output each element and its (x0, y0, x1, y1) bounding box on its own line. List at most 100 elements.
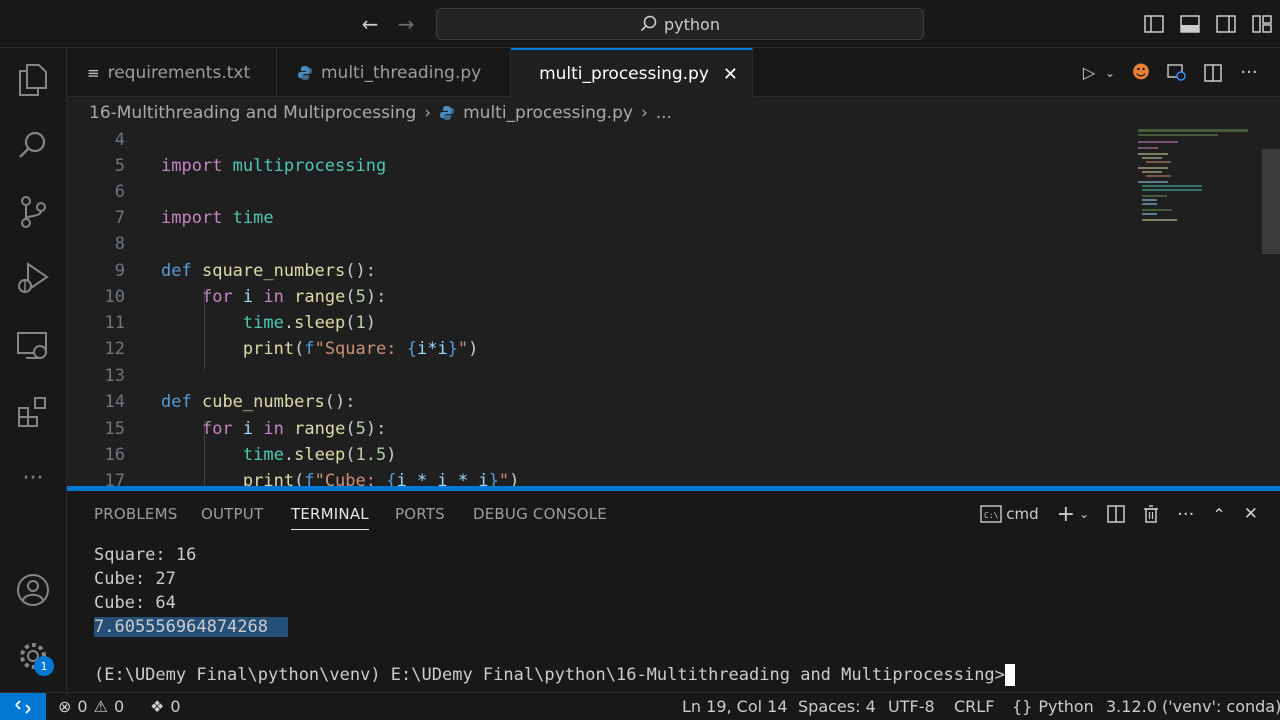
terminal-dropdown-chevron-icon[interactable]: ⌄ (1079, 507, 1089, 521)
problems-indicator[interactable]: ⊗ 0 ⚠ 0 (58, 693, 124, 720)
punctuation: (): (324, 392, 356, 412)
terminal-cmd-icon: C:\ (980, 505, 1002, 523)
terminal-shell-selector[interactable]: C:\ cmd (980, 505, 1039, 523)
terminal-prompt: (E:\UDemy Final\python\venv) E:\UDemy Fi… (94, 665, 1005, 685)
encoding[interactable]: UTF-8 (888, 693, 935, 720)
punctuation: ): (365, 287, 387, 307)
end-of-line[interactable]: CRLF (954, 693, 994, 720)
panel-more-actions-icon[interactable]: ··· (1177, 504, 1194, 525)
keyword: def (161, 392, 192, 412)
fstring-brace: { (406, 339, 417, 359)
text-file-icon: ≡ (87, 63, 100, 82)
breadcrumb-file[interactable]: multi_processing.py (463, 103, 633, 123)
tab-output[interactable]: OUTPUT (201, 505, 263, 523)
minimap[interactable] (1138, 129, 1258, 229)
run-debug-icon[interactable] (13, 258, 53, 298)
maximize-panel-chevron-up-icon[interactable]: ⌃ (1212, 505, 1225, 524)
python-icon (298, 65, 312, 80)
terminal-line: Cube: 64 (94, 593, 176, 613)
command-center-search[interactable]: python (436, 8, 924, 40)
toggle-panel-icon[interactable] (1178, 12, 1202, 36)
code-line: 10 for i in range(5): (67, 284, 1127, 310)
module-name: time (232, 208, 274, 228)
punctuation: ): (365, 419, 387, 439)
code-line: 7 import time (67, 205, 1127, 231)
code-line: 17 print(f"Cube: {i * i * i}") (67, 468, 1127, 486)
number-literal: 1.5 (355, 445, 387, 465)
python-interpreter[interactable]: 3.12.0 ('venv': conda) (1106, 693, 1280, 720)
toggle-primary-sidebar-icon[interactable] (1142, 12, 1166, 36)
number-literal: 5 (355, 419, 366, 439)
remote-indicator-button[interactable] (0, 693, 46, 720)
warning-icon: ⚠ (93, 697, 108, 716)
run-file-icon[interactable]: ▷ (1078, 62, 1100, 84)
explorer-icon[interactable] (13, 60, 53, 100)
function-name: range (294, 419, 346, 439)
tab-label: multi_processing.py (539, 64, 709, 84)
split-editor-icon[interactable] (1202, 62, 1224, 84)
accounts-icon[interactable] (13, 570, 53, 610)
back-arrow-icon[interactable]: ← (356, 10, 384, 38)
extensions-icon[interactable] (13, 392, 53, 432)
terminal-line: Square: 16 (94, 545, 197, 565)
keyword: def (161, 261, 192, 281)
close-panel-icon[interactable]: ✕ (1244, 504, 1258, 524)
new-terminal-plus-icon[interactable]: + (1057, 502, 1075, 527)
copilot-icon[interactable]: ☻ (1130, 62, 1152, 84)
split-terminal-icon[interactable] (1107, 505, 1125, 523)
tab-label: multi_threading.py (321, 62, 482, 83)
editor-actions: ▷ ⌄ ☻ ··· (1078, 48, 1280, 97)
source-control-icon[interactable] (13, 192, 53, 232)
line-number: 15 (104, 419, 125, 439)
more-views-icon[interactable]: ··· (13, 458, 53, 498)
breadcrumb: 16-Multithreading and Multiprocessing › … (67, 97, 1280, 129)
braces-icon: {} (1012, 697, 1033, 716)
more-actions-icon[interactable]: ··· (1238, 62, 1260, 84)
tab-problems[interactable]: PROBLEMS (94, 505, 177, 523)
run-dropdown-chevron-icon[interactable]: ⌄ (1104, 62, 1116, 84)
close-tab-icon[interactable]: ✕ (723, 64, 738, 85)
function-name: cube_numbers (201, 392, 325, 412)
tab-ports[interactable]: PORTS (395, 505, 445, 523)
title-bar: ← → python (0, 0, 1280, 48)
line-number: 8 (114, 234, 125, 254)
search-view-icon[interactable] (13, 126, 53, 166)
ports-indicator[interactable]: ❖ 0 (150, 693, 181, 720)
punctuation: ( (294, 471, 305, 486)
tab-requirements-txt[interactable]: ≡ requirements.txt (67, 48, 277, 97)
code-line: 16 time.sleep(1.5) (67, 442, 1127, 468)
keyword: in (263, 419, 284, 439)
number-literal: 5 (355, 287, 366, 307)
language-mode[interactable]: {} Python (1012, 693, 1094, 720)
code-line: 14 def cube_numbers(): (67, 389, 1127, 415)
punctuation: ) (468, 339, 479, 359)
terminal-output[interactable]: Square: 16 Cube: 27 Cube: 64 7.605556964… (94, 543, 1015, 687)
fstring-prefix: f (304, 339, 315, 359)
fstring-expression: i*i (416, 339, 448, 359)
customize-layout-icon[interactable] (1250, 12, 1274, 36)
editor-scrollbar-thumb[interactable] (1262, 149, 1280, 254)
breadcrumb-folder[interactable]: 16-Multithreading and Multiprocessing (89, 103, 416, 123)
punctuation: . (283, 313, 295, 333)
breadcrumb-symbols[interactable]: ... (656, 103, 672, 123)
tab-debug-console[interactable]: DEBUG CONSOLE (473, 505, 607, 523)
tab-multi-processing-py[interactable]: multi_processing.py ✕ (511, 48, 753, 98)
code-line: 9 def square_numbers(): (67, 258, 1127, 284)
function-name: range (294, 287, 346, 307)
terminal-actions: C:\ cmd + ⌄ ··· ⌃ ✕ (980, 501, 1258, 527)
settings-update-badge: 1 (34, 656, 54, 676)
open-preview-icon[interactable] (1166, 62, 1188, 84)
tab-terminal[interactable]: TERMINAL (291, 505, 369, 530)
cursor-position[interactable]: Ln 19, Col 14 (682, 693, 788, 720)
toggle-secondary-sidebar-icon[interactable] (1214, 12, 1238, 36)
module-name: time (242, 313, 284, 333)
tab-multi-threading-py[interactable]: multi_threading.py (277, 48, 511, 97)
remote-explorer-icon[interactable] (13, 326, 53, 366)
breadcrumb-chevron-icon: › (640, 103, 648, 123)
forward-arrow-icon[interactable]: → (392, 10, 420, 38)
activity-bar: ··· (0, 48, 67, 692)
line-number: 4 (114, 130, 125, 150)
code-editor[interactable]: 4 5 import multiprocessing 6 7 import ti… (67, 129, 1280, 486)
indentation[interactable]: Spaces: 4 (798, 693, 876, 720)
kill-terminal-trash-icon[interactable] (1143, 505, 1159, 523)
